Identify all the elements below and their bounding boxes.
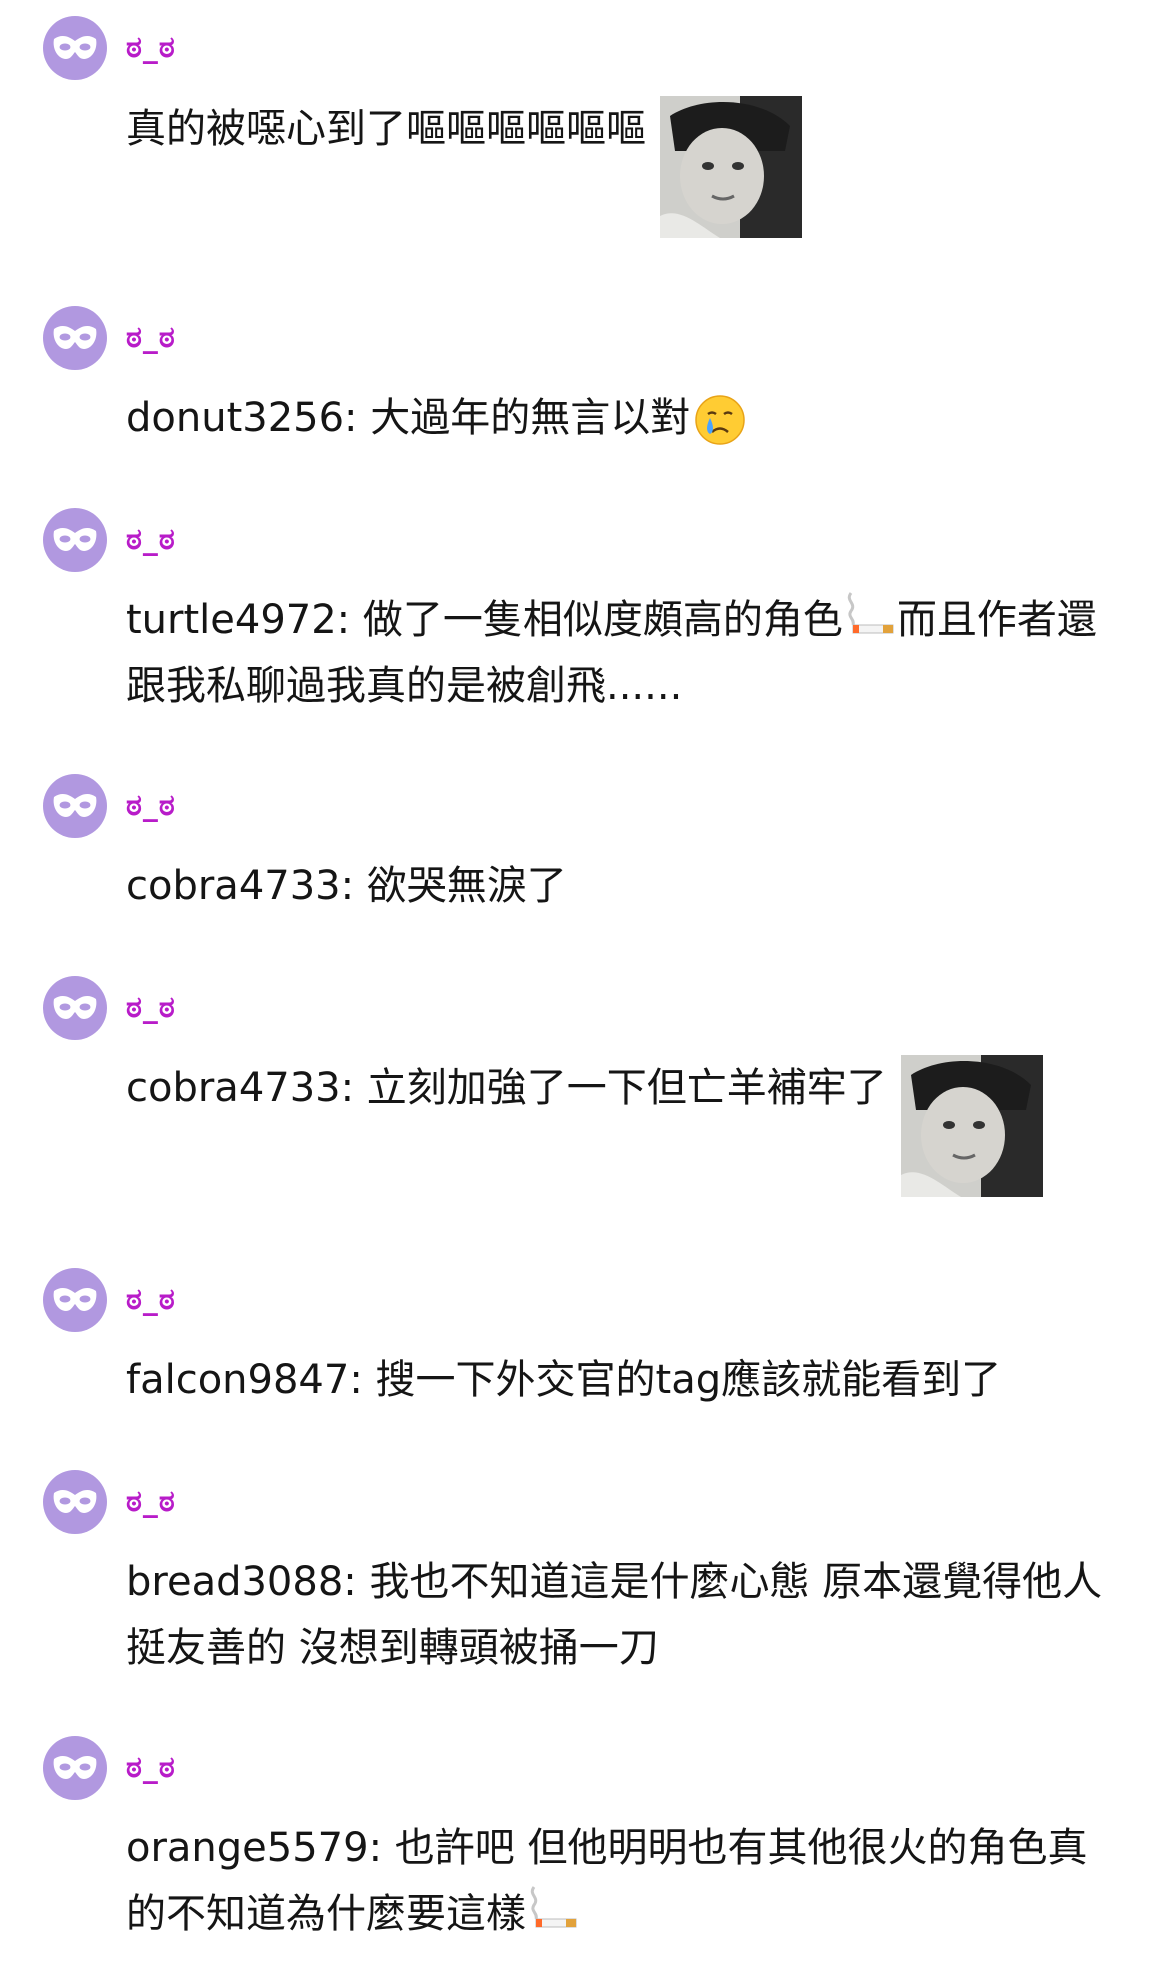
avatar[interactable] [43,1736,107,1800]
username[interactable]: ಠ_ಠ [126,988,176,1028]
avatar[interactable] [43,306,107,370]
message-text: 真的被噁心到了嘔嘔嘔嘔嘔嘔 [126,96,1116,238]
message-text-span: donut3256: 大過年的無言以對 [126,395,691,441]
mask-icon [53,995,97,1019]
mask-icon [53,1287,97,1311]
cigarette-icon [843,587,897,634]
mask-icon [53,527,97,551]
message-text: donut3256: 大過年的無言以對 [126,385,1116,451]
message-text-span: turtle4972: 做了一隻相似度頗高的角色 [126,597,843,643]
message-text: orange5579: 也許吧 但他明明也有其他很火的角色真的不知道為什麼要這樣 [126,1815,1116,1947]
message-text: cobra4733: 立刻加強了一下但亡羊補牢了 [126,1055,1116,1197]
mask-icon [53,1489,97,1513]
username[interactable]: ಠ_ಠ [126,1482,176,1522]
message-text-span: falcon9847: 搜一下外交官的tag應該就能看到了 [126,1357,1002,1403]
message-text-span: orange5579: 也許吧 但他明明也有其他很火的角色真的不知道為什麼要這樣 [126,1825,1088,1937]
mask-icon [53,793,97,817]
crying-face-icon [695,395,745,445]
username[interactable]: ಠ_ಠ [126,1280,176,1320]
username[interactable]: ಠ_ಠ [126,28,176,68]
avatar[interactable] [43,774,107,838]
message-text-span: cobra4733: 立刻加強了一下但亡羊補牢了 [126,1065,887,1111]
message-text: bread3088: 我也不知道這是什麼心態 原本還覺得他人挺友善的 沒想到轉頭… [126,1549,1116,1681]
message-text-span: cobra4733: 欲哭無淚了 [126,863,567,909]
message-text: turtle4972: 做了一隻相似度頗高的角色 而且作者還跟我私聊過我真的是被… [126,587,1116,719]
username[interactable]: ಠ_ಠ [126,520,176,560]
avatar[interactable] [43,508,107,572]
face-sticker-image[interactable] [660,96,802,238]
avatar[interactable] [43,16,107,80]
cigarette-icon [526,1881,580,1928]
avatar[interactable] [43,976,107,1040]
message-text-span: bread3088: 我也不知道這是什麼心態 原本還覺得他人挺友善的 沒想到轉頭… [126,1559,1103,1671]
face-sticker-image[interactable] [900,1055,1043,1197]
avatar[interactable] [43,1470,107,1534]
avatar[interactable] [43,1268,107,1332]
username[interactable]: ಠ_ಠ [126,786,176,826]
message-text: cobra4733: 欲哭無淚了 [126,853,1116,919]
username[interactable]: ಠ_ಠ [126,318,176,358]
message-text-span: 真的被噁心到了嘔嘔嘔嘔嘔嘔 [126,106,646,152]
mask-icon [53,35,97,59]
mask-icon [53,325,97,349]
username[interactable]: ಠ_ಠ [126,1748,176,1788]
message-text: falcon9847: 搜一下外交官的tag應該就能看到了 [126,1347,1116,1413]
mask-icon [53,1755,97,1779]
